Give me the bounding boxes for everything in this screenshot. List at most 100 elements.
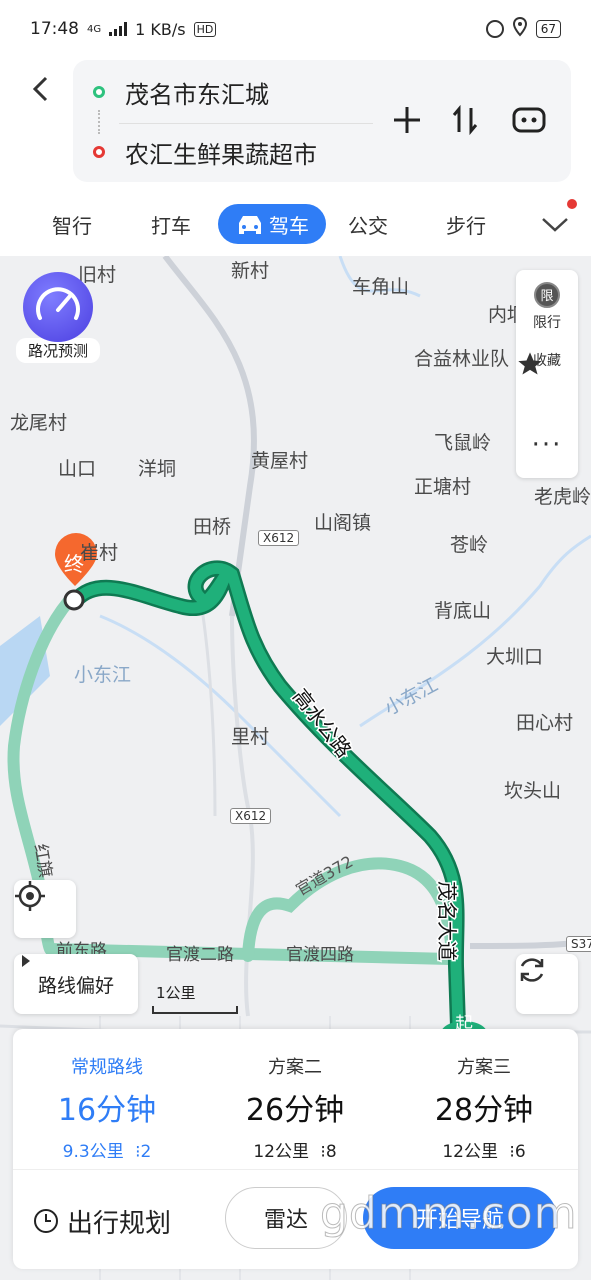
route-preference-button[interactable]: 路线偏好 — [14, 954, 138, 1014]
plan-name: 常规路线 — [71, 1057, 143, 1078]
place-label: 坎头山 — [504, 780, 562, 802]
place-label: 山口 — [58, 458, 97, 480]
tab-walk[interactable]: 步行 — [446, 204, 486, 244]
road-label-r3: 官道372 — [293, 852, 357, 900]
place-label: 合益林业队 — [414, 348, 510, 370]
place-label: 新村 — [231, 260, 270, 282]
divider — [13, 1169, 578, 1170]
plan-info: 12公里 ⁝8 — [201, 1137, 389, 1162]
network-type: 4G — [87, 23, 102, 35]
locate-button[interactable] — [14, 880, 76, 938]
plan-info: 12公里 ⁝6 — [390, 1137, 578, 1162]
tab-drive-label: 驾车 — [269, 213, 309, 238]
transport-tabs: 智行 打车 驾车 公交 步行 — [0, 198, 591, 248]
place-label: 飞鼠岭 — [434, 432, 492, 454]
place-label: 黄屋村 — [251, 450, 309, 472]
favorites-button[interactable]: 收藏 — [516, 350, 578, 375]
crosshair-icon — [15, 881, 45, 911]
swap-button[interactable] — [445, 100, 485, 140]
end-dot-icon — [93, 146, 105, 158]
trip-plan-label: 出行规划 — [67, 1208, 172, 1239]
route-preference-label: 路线偏好 — [37, 974, 114, 997]
speedometer-icon — [23, 272, 93, 342]
divider — [119, 123, 373, 124]
place-label: 山阁镇 — [314, 512, 372, 534]
chevron-left-icon — [32, 76, 48, 102]
route-connector — [98, 110, 100, 134]
chevron-down-icon — [542, 218, 568, 232]
route-plans-card: 常规路线 16分钟 9.3公里 ⁝2 方案二 26分钟 12公里 ⁝8 方案三 … — [13, 1029, 578, 1269]
place-label: 龙尾村 — [10, 412, 68, 434]
clock-icon — [34, 1209, 58, 1233]
plan-lights: 6 — [514, 1142, 526, 1162]
map-side-panel: 限 限行 收藏 ··· — [516, 270, 578, 478]
tab-smart[interactable]: 智行 — [52, 204, 92, 244]
end-marker-label: 终 — [64, 552, 84, 576]
place-label: 背底山 — [434, 600, 492, 622]
tab-drive[interactable]: 驾车 — [218, 204, 326, 244]
more-button[interactable]: ··· — [516, 430, 578, 460]
car-settings-button[interactable] — [509, 100, 549, 140]
more-modes-button[interactable] — [540, 204, 570, 244]
plan-time: 16分钟 — [57, 1093, 157, 1128]
plan-distance: 9.3公里 — [62, 1142, 124, 1162]
traffic-forecast-button[interactable]: 路况预测 — [16, 272, 100, 363]
place-label: 小东江 — [74, 664, 132, 686]
signal-icon — [109, 22, 128, 36]
car-icon — [239, 216, 261, 234]
status-bar: 17:48 4G 1 KB/s HD 67 — [0, 0, 591, 58]
plus-icon — [394, 107, 420, 133]
place-label: 苍岭 — [450, 534, 489, 556]
start-dot-icon — [93, 86, 105, 98]
place-label: 田心村 — [516, 712, 574, 734]
traffic-limit-button[interactable]: 限 限行 — [516, 282, 578, 332]
map-scale: 1公里 — [152, 982, 238, 1014]
place-label: 官渡四路 — [286, 945, 354, 965]
place-label: 车角山 — [352, 276, 410, 298]
add-waypoint-button[interactable] — [387, 100, 427, 140]
place-label: 里村 — [231, 726, 270, 748]
start-navigation-button[interactable]: 开始导航 — [363, 1187, 557, 1249]
tab-taxi[interactable]: 打车 — [151, 204, 191, 244]
location-icon — [512, 16, 528, 41]
end-point-text: 农汇生鲜果蔬超市 — [125, 140, 317, 169]
net-speed: 1 KB/s — [135, 19, 186, 39]
place-label: 洋垌 — [138, 458, 177, 480]
car-settings-icon — [512, 107, 546, 133]
notification-dot — [567, 199, 577, 209]
start-point-text: 茂名市东汇城 — [125, 80, 269, 109]
status-time: 17:48 — [30, 19, 79, 39]
start-point-field[interactable]: 茂名市东汇城 — [93, 72, 393, 112]
plan-lights: 8 — [325, 1142, 337, 1162]
plan-name: 方案三 — [457, 1057, 511, 1078]
traffic-limit-label: 限行 — [533, 315, 561, 331]
place-label: 老虎岭 — [534, 486, 591, 508]
plan-time: 26分钟 — [245, 1093, 345, 1128]
refresh-route-button[interactable] — [516, 954, 578, 1014]
plan-option-3[interactable]: 方案三 28分钟 12公里 ⁝6 — [390, 1029, 578, 1167]
plan-distance: 12公里 — [253, 1142, 309, 1162]
place-label: 官渡二路 — [166, 945, 234, 965]
road-label-r1: 高水公路 — [288, 684, 356, 762]
plan-option-2[interactable]: 方案二 26分钟 12公里 ⁝8 — [201, 1029, 389, 1167]
place-label: 崔村 — [80, 542, 119, 564]
plan-info: 9.3公里 ⁝2 — [13, 1137, 201, 1162]
tab-bus[interactable]: 公交 — [348, 204, 388, 244]
end-point-field[interactable]: 农汇生鲜果蔬超市 — [93, 132, 393, 172]
plan-lights: 2 — [140, 1142, 152, 1162]
road-label-r2: 茂名大道 — [435, 881, 459, 961]
road-tag: X612 — [258, 530, 300, 546]
radar-button[interactable]: 雷达 — [225, 1187, 347, 1249]
battery-icon: 67 — [535, 20, 561, 38]
route-input-box: 茂名市东汇城 农汇生鲜果蔬超市 — [73, 60, 571, 182]
swap-icon — [452, 104, 478, 136]
star-icon — [518, 352, 542, 375]
plan-option-1[interactable]: 常规路线 16分钟 9.3公里 ⁝2 — [13, 1029, 201, 1167]
back-button[interactable] — [26, 72, 56, 106]
hd-icon: HD — [193, 21, 217, 37]
plan-distance: 12公里 — [442, 1142, 498, 1162]
plan-time: 28分钟 — [434, 1093, 534, 1128]
limit-icon: 限 — [534, 282, 560, 308]
route-header: 茂名市东汇城 农汇生鲜果蔬超市 智行 打车 驾车 公交 步行 — [0, 58, 591, 256]
trip-plan-button[interactable]: 出行规划 — [33, 1201, 171, 1241]
